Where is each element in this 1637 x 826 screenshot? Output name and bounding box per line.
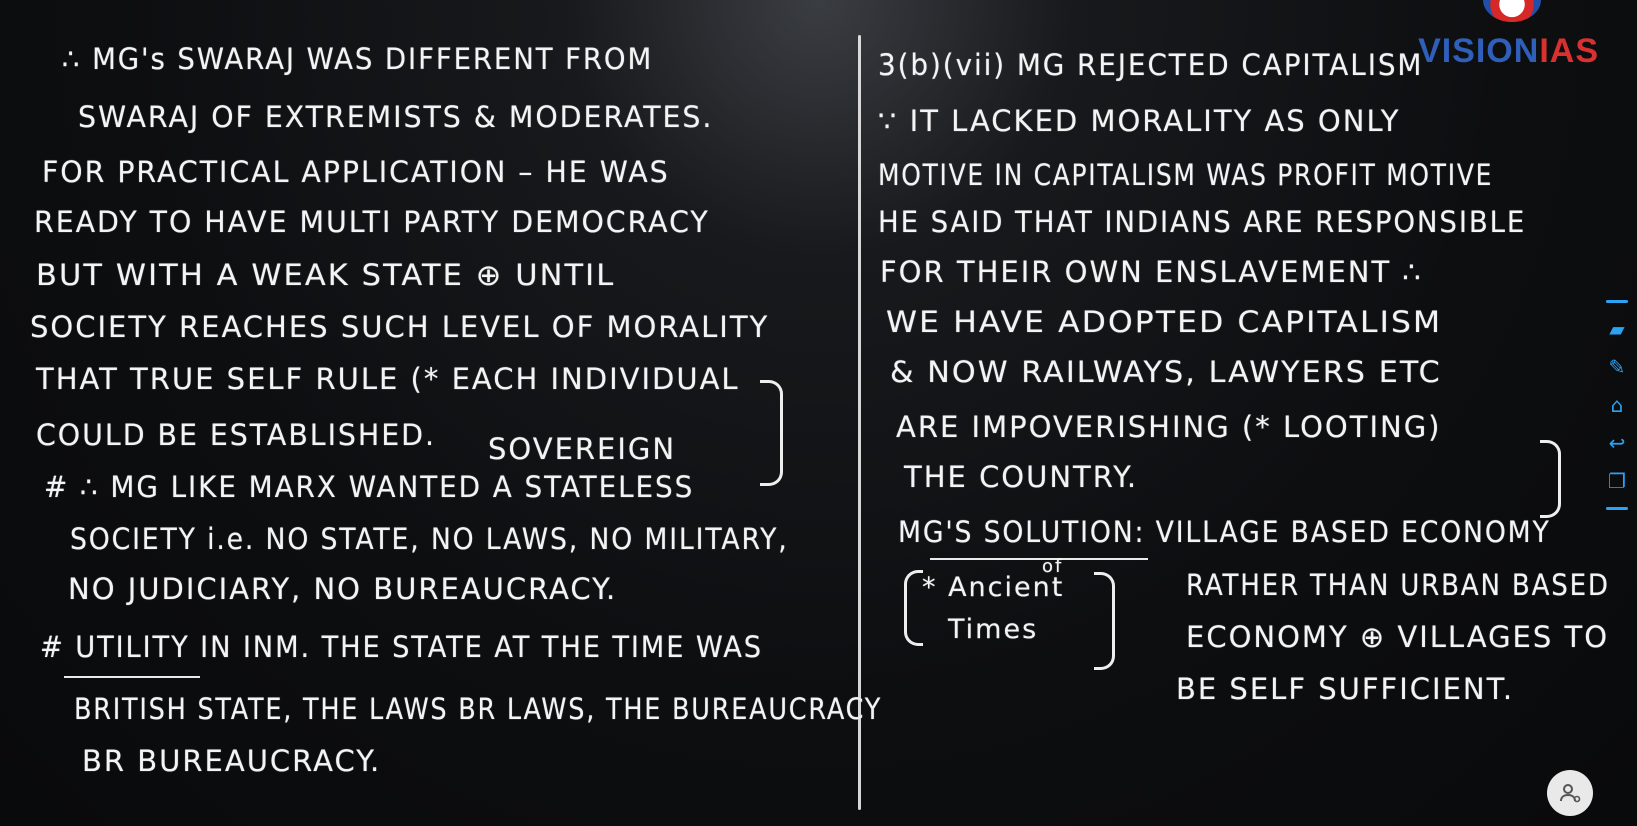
left-line-4: READY TO HAVE MULTI PARTY DEMOCRACY	[34, 205, 710, 239]
right-line-8: ARE IMPOVERISHING (* LOOTING)	[896, 410, 1442, 444]
right-line-3: MOTIVE IN CAPITALISM WAS PROFIT MOTIVE	[878, 158, 1494, 192]
right-line-9: THE COUNTRY.	[904, 460, 1139, 494]
logo-wordmark: VISIONIAS	[1418, 32, 1599, 71]
solution-underline	[930, 558, 1148, 560]
logo-emblem-icon	[1483, 0, 1541, 22]
left-line-7: THAT TRUE SELF RULE (* EACH INDIVIDUAL	[36, 362, 740, 396]
home-icon[interactable]: ⌂	[1605, 393, 1629, 417]
aside-bracket-close	[1094, 572, 1115, 670]
pen-icon[interactable]: ✎	[1605, 355, 1629, 379]
right-line-10: MG'S SOLUTION: VILLAGE BASED ECONOMY	[898, 515, 1551, 549]
left-bracket-close	[760, 380, 783, 486]
account-button[interactable]	[1547, 770, 1593, 816]
left-line-14: BRITISH STATE, THE LAWS BR LAWS, THE BUR…	[74, 692, 883, 726]
logo-ias-text: IAS	[1539, 32, 1599, 70]
aside-times: Times	[948, 614, 1039, 645]
user-icon	[1560, 784, 1581, 803]
left-line-11: SOCIETY i.e. NO STATE, NO LAWS, NO MILIT…	[70, 522, 789, 556]
right-line-12: ECONOMY ⊕ VILLAGES TO	[1186, 620, 1610, 654]
whiteboard-toolbar: ▰ ✎ ⌂ ↩ ❐	[1597, 300, 1637, 510]
right-line-5: FOR THEIR OWN ENSLAVEMENT ∴	[880, 255, 1423, 289]
right-line-2: ∵ IT LACKED MORALITY AS ONLY	[878, 104, 1401, 138]
toolbar-top-separator	[1606, 300, 1628, 303]
utility-underline	[64, 676, 200, 678]
aside-of: of	[1042, 556, 1064, 577]
right-line-7: & NOW RAILWAYS, LAWYERS ETC	[890, 355, 1442, 389]
aside-bracket-open	[904, 570, 923, 646]
right-line-13: BE SELF SUFFICIENT.	[1176, 672, 1515, 706]
copy-icon[interactable]: ❐	[1605, 469, 1629, 493]
right-line-1: 3(b)(vii) MG REJECTED CAPITALISM	[878, 48, 1424, 82]
left-line-15: BR BUREAUCRACY.	[82, 744, 382, 778]
highlighter-icon[interactable]: ▰	[1605, 317, 1629, 341]
visionias-logo: VISIONIAS	[1399, 0, 1599, 80]
right-line-6: WE HAVE ADOPTED CAPITALISM	[886, 305, 1443, 339]
left-line-3: FOR PRACTICAL APPLICATION – HE WAS	[42, 155, 670, 189]
left-line-1: ∴ MG's SWARAJ WAS DIFFERENT FROM	[62, 42, 654, 76]
left-line-12: NO JUDICIARY, NO BUREAUCRACY.	[68, 572, 618, 606]
right-bracket-close	[1540, 440, 1561, 518]
toolbar-bottom-separator	[1606, 507, 1628, 510]
logo-vision-text: VISION	[1418, 32, 1540, 70]
chalkboard: ∴ MG's SWARAJ WAS DIFFERENT FROM SWARAJ …	[0, 0, 1637, 826]
left-line-6: SOCIETY REACHES SUCH LEVEL OF MORALITY	[30, 310, 770, 344]
left-line-10: # ∴ MG LIKE MARX WANTED A STATELESS	[44, 470, 695, 504]
left-line-9: COULD BE ESTABLISHED.	[36, 418, 437, 452]
left-line-5: BUT WITH A WEAK STATE ⊕ UNTIL	[36, 258, 616, 292]
undo-icon[interactable]: ↩	[1605, 431, 1629, 455]
right-line-11: RATHER THAN URBAN BASED	[1186, 568, 1610, 602]
column-divider	[858, 35, 861, 810]
left-line-2: SWARAJ OF EXTREMISTS & MODERATES.	[78, 100, 714, 134]
left-line-8: SOVEREIGN	[488, 432, 677, 466]
left-line-13: # UTILITY IN INM. THE STATE AT THE TIME …	[40, 630, 763, 664]
right-line-4: HE SAID THAT INDIANS ARE RESPONSIBLE	[878, 205, 1527, 239]
